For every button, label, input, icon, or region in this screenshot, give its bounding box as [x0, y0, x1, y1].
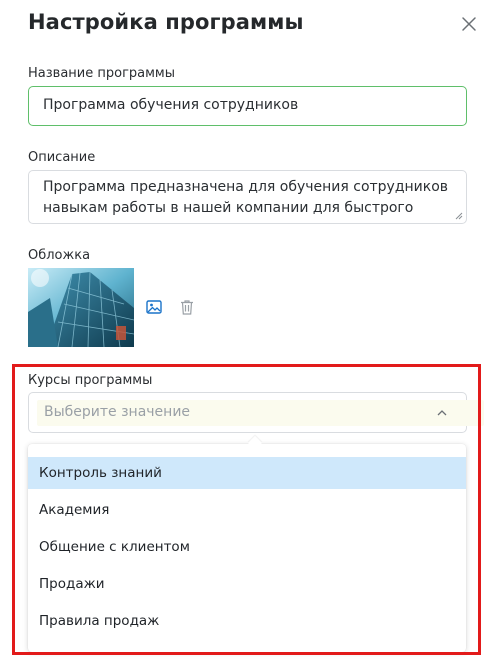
trash-icon[interactable] — [178, 298, 196, 316]
description-line: Программа предназначена для обучения сот… — [43, 179, 449, 195]
close-icon[interactable] — [459, 14, 479, 34]
program-name-value: Программа обучения сотрудников — [43, 97, 299, 113]
dialog-title: Настройка программы — [28, 10, 304, 34]
name-label: Название программы — [28, 66, 175, 81]
program-name-input[interactable]: Программа обучения сотрудников — [28, 86, 467, 126]
description-textarea[interactable]: Программа предназначена для обучения сот… — [28, 170, 467, 224]
cover-label: Обложка — [28, 248, 91, 263]
image-icon[interactable] — [145, 298, 163, 316]
description-label: Описание — [28, 150, 96, 165]
cover-image — [28, 268, 134, 347]
resize-handle-icon[interactable] — [455, 212, 463, 220]
description-line: навыкам работы в нашей компании для быст… — [43, 200, 414, 223]
annotation-highlight-box — [12, 364, 481, 655]
